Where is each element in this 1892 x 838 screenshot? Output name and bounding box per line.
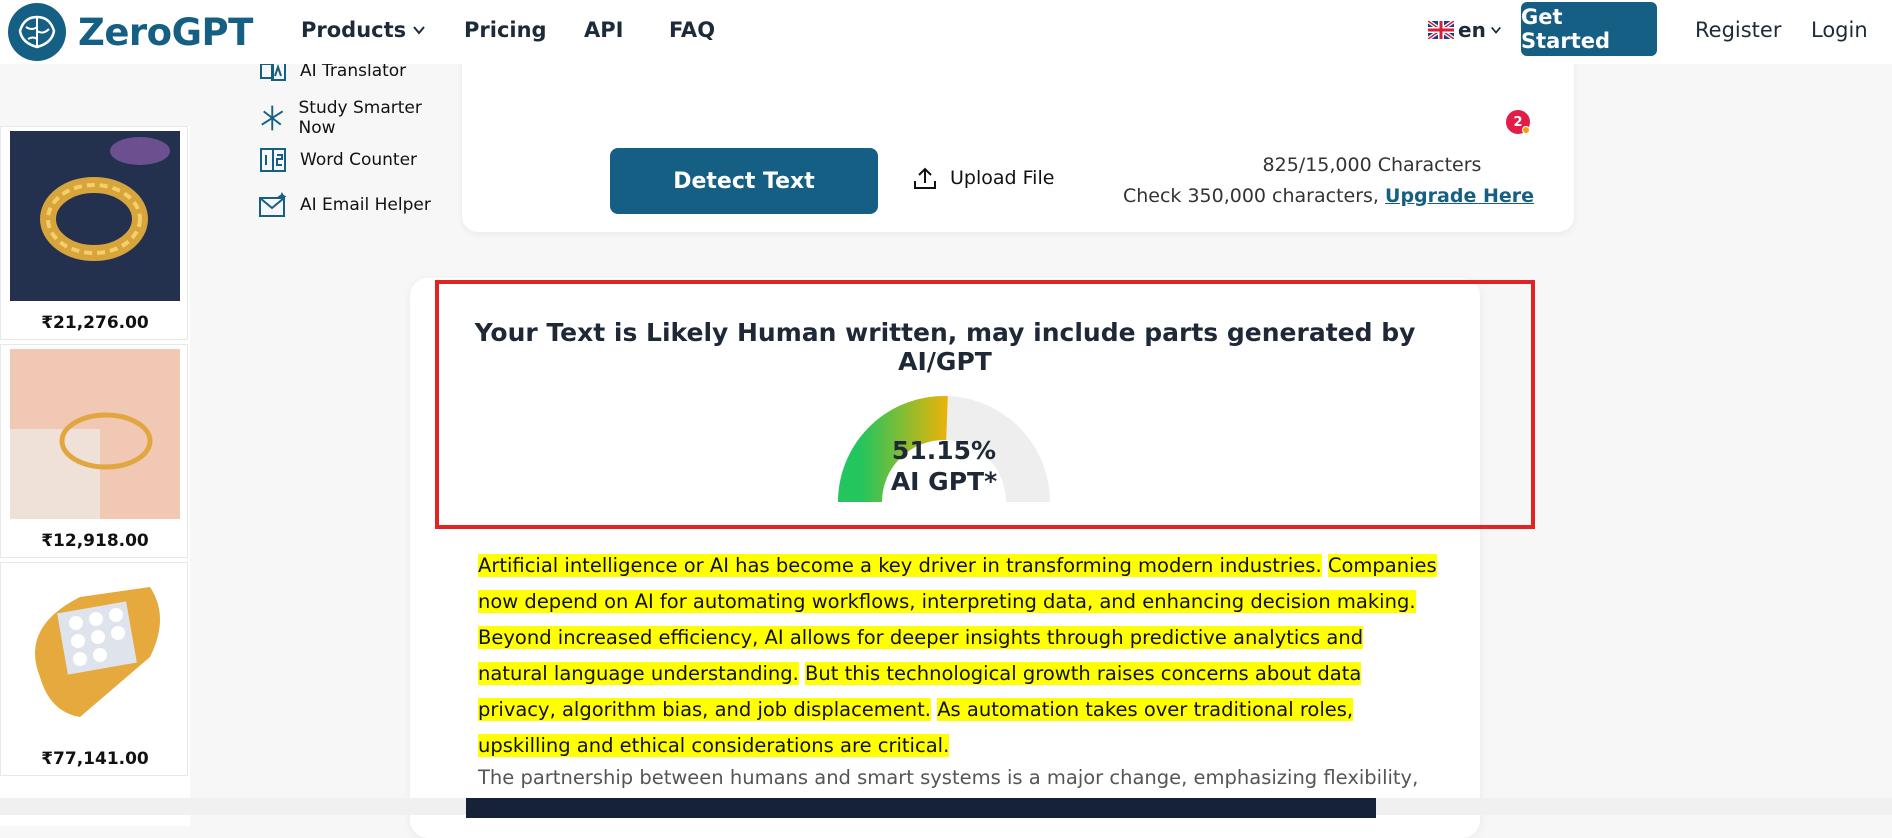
uk-flag-icon [1428,21,1454,39]
ad-image-3 [10,567,180,737]
tools-menu: AI Translator Study Smarter Now Word Cou… [230,56,456,232]
notification-dot [1522,126,1530,134]
language-selector[interactable]: en [1428,18,1502,42]
analyzed-text-continued: The partnership between humans and smart… [478,766,1419,789]
brain-logo-icon [8,3,66,61]
ai-percent: 51.15% [891,436,997,465]
register-link[interactable]: Register [1695,18,1781,42]
email-icon [259,192,287,217]
nav-api[interactable]: API [584,18,623,42]
ad-price: ₹12,918.00 [41,531,149,551]
upgrade-link[interactable]: Upgrade Here [1385,185,1534,207]
ad-image-1 [10,131,180,301]
tool-study-smarter[interactable]: Study Smarter Now [258,98,456,138]
chevron-down-icon [413,26,425,35]
nav-faq[interactable]: FAQ [669,18,715,42]
chevron-down-icon [1490,26,1501,34]
nav-products[interactable]: Products [301,18,426,42]
bottom-ad-banner[interactable] [466,798,1376,818]
upload-label: Upload File [950,167,1055,189]
login-link[interactable]: Login [1811,18,1868,42]
analyzed-text: Artificial intelligence or AI has become… [478,548,1438,764]
counter-icon [260,148,286,172]
ad-image-2 [10,349,180,519]
tool-label: Study Smarter Now [298,98,422,138]
logo[interactable]: ZeroGPT [6,0,253,64]
ad-product-2[interactable]: ₹12,918.00 [0,344,188,558]
site-header: ZeroGPT Products Pricing API FAQ en Get … [0,0,1892,64]
tool-word-counter[interactable]: Word Counter [258,145,417,175]
tool-label: Word Counter [300,150,418,170]
ad-product-3[interactable]: ₹77,141.00 [0,562,188,776]
sparkle-icon [261,105,284,131]
tool-label: AI Email Helper [300,195,431,215]
nav-products-label: Products [301,18,407,42]
tool-email-helper[interactable]: AI Email Helper [258,190,431,220]
ad-product-1[interactable]: ₹21,276.00 [0,126,188,340]
nav-pricing[interactable]: Pricing [464,18,547,42]
upload-file-button[interactable]: Upload File [912,165,1054,191]
highlighted-sentence: Artificial intelligence or AI has become… [478,554,1322,577]
get-started-button[interactable]: Get Started [1521,2,1657,56]
sidebar-ads: ₹21,276.00 ₹12,918.00 ₹77,141.00 [0,126,190,826]
ad-price: ₹21,276.00 [41,313,149,333]
language-label: en [1458,18,1486,42]
upgrade-prefix: Check 350,000 characters, [1122,185,1379,207]
brand-name: ZeroGPT [78,10,253,54]
character-count: 825/15,000 Characters Check 350,000 char… [1100,150,1534,212]
ai-label: AI GPT* [890,467,998,496]
upload-icon [914,167,936,189]
ad-price: ₹77,141.00 [41,749,149,769]
tool-label: AI Translator [300,61,407,81]
char-count-text: 825/15,000 Characters [1262,154,1482,176]
detect-text-button[interactable]: Detect Text [610,148,878,214]
